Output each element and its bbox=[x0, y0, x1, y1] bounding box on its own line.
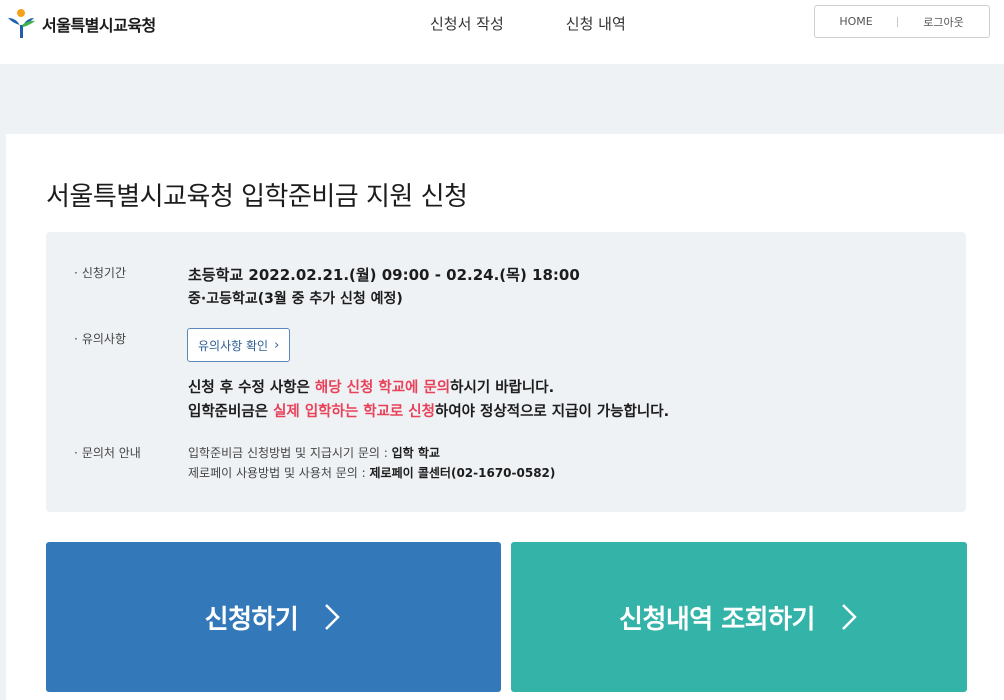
notice-text: 하여야 정상적으로 지급이 가능합니다. bbox=[434, 404, 670, 420]
view-history-button-label: 신청내역 조회하기 bbox=[619, 604, 815, 635]
logo-text: 서울특별시교육청 bbox=[42, 16, 156, 35]
notice-highlight: 해당 신청 학교에 문의 bbox=[314, 380, 451, 396]
seoul-education-logo-icon bbox=[8, 9, 35, 38]
apply-button[interactable]: 신청하기 bbox=[46, 542, 501, 692]
notice-text: 신청 후 수정 사항은 bbox=[188, 380, 315, 396]
notice-text: 하시기 바랍니다. bbox=[450, 380, 555, 396]
notice-check-button[interactable]: 유의사항 확인 › bbox=[187, 328, 291, 362]
notice-highlight: 실제 입학하는 학교로 신청 bbox=[273, 404, 435, 420]
contact-value: 입학 학교 bbox=[391, 446, 440, 460]
contact-value: 제로페이 콜센터(02-1670-0582) bbox=[369, 466, 556, 480]
utility-menu: HOME 로그아웃 bbox=[814, 5, 990, 38]
logo[interactable]: 서울특별시교육청 bbox=[6, 8, 156, 40]
chevron-right-icon bbox=[842, 604, 857, 630]
period-elementary: 초등학교 2022.02.21.(월) 09:00 - 02.24.(목) 18… bbox=[188, 266, 580, 284]
apply-button-label: 신청하기 bbox=[204, 604, 299, 635]
page-title: 서울특별시교육청 입학준비금 지원 신청 bbox=[46, 182, 468, 212]
notice-check-label: 유의사항 확인 bbox=[198, 338, 269, 353]
view-history-button[interactable]: 신청내역 조회하기 bbox=[511, 542, 967, 692]
contact-line-1: 입학준비금 신청방법 및 지급시기 문의 : 입학 학교 bbox=[188, 444, 440, 461]
notice-line-1: 신청 후 수정 사항은 해당 신청 학교에 문의하시기 바랍니다. bbox=[188, 376, 554, 397]
notice-text: 입학준비금은 bbox=[188, 404, 274, 420]
home-link[interactable]: HOME bbox=[815, 15, 897, 28]
main-card: 서울특별시교육청 입학준비금 지원 신청 신청기간 초등학교 2022.02.2… bbox=[6, 134, 1004, 700]
period-label: 신청기간 bbox=[74, 264, 126, 281]
contact-label: 문의처 안내 bbox=[74, 444, 141, 461]
header: 서울특별시교육청 신청서 작성 신청 내역 HOME 로그아웃 bbox=[0, 0, 1004, 64]
notice-line-2: 입학준비금은 실제 입학하는 학교로 신청하여야 정상적으로 지급이 가능합니다… bbox=[188, 400, 669, 421]
notice-label: 유의사항 bbox=[74, 330, 126, 347]
chevron-right-icon: › bbox=[274, 337, 280, 353]
main-nav: 신청서 작성 신청 내역 bbox=[430, 13, 688, 34]
nav-application-history[interactable]: 신청 내역 bbox=[566, 13, 626, 34]
logout-link[interactable]: 로그아웃 bbox=[898, 14, 989, 30]
contact-text: 입학준비금 신청방법 및 지급시기 문의 : bbox=[188, 446, 392, 460]
period-secondary: 중·고등학교(3월 중 추가 신청 예정) bbox=[188, 291, 403, 307]
contact-line-2: 제로페이 사용방법 및 사용처 문의 : 제로페이 콜센터(02-1670-05… bbox=[188, 464, 555, 481]
chevron-right-icon bbox=[325, 604, 341, 630]
nav-apply-form[interactable]: 신청서 작성 bbox=[430, 13, 504, 34]
info-box: 신청기간 초등학교 2022.02.21.(월) 09:00 - 02.24.(… bbox=[46, 232, 966, 512]
contact-text: 제로페이 사용방법 및 사용처 문의 : bbox=[188, 466, 370, 480]
